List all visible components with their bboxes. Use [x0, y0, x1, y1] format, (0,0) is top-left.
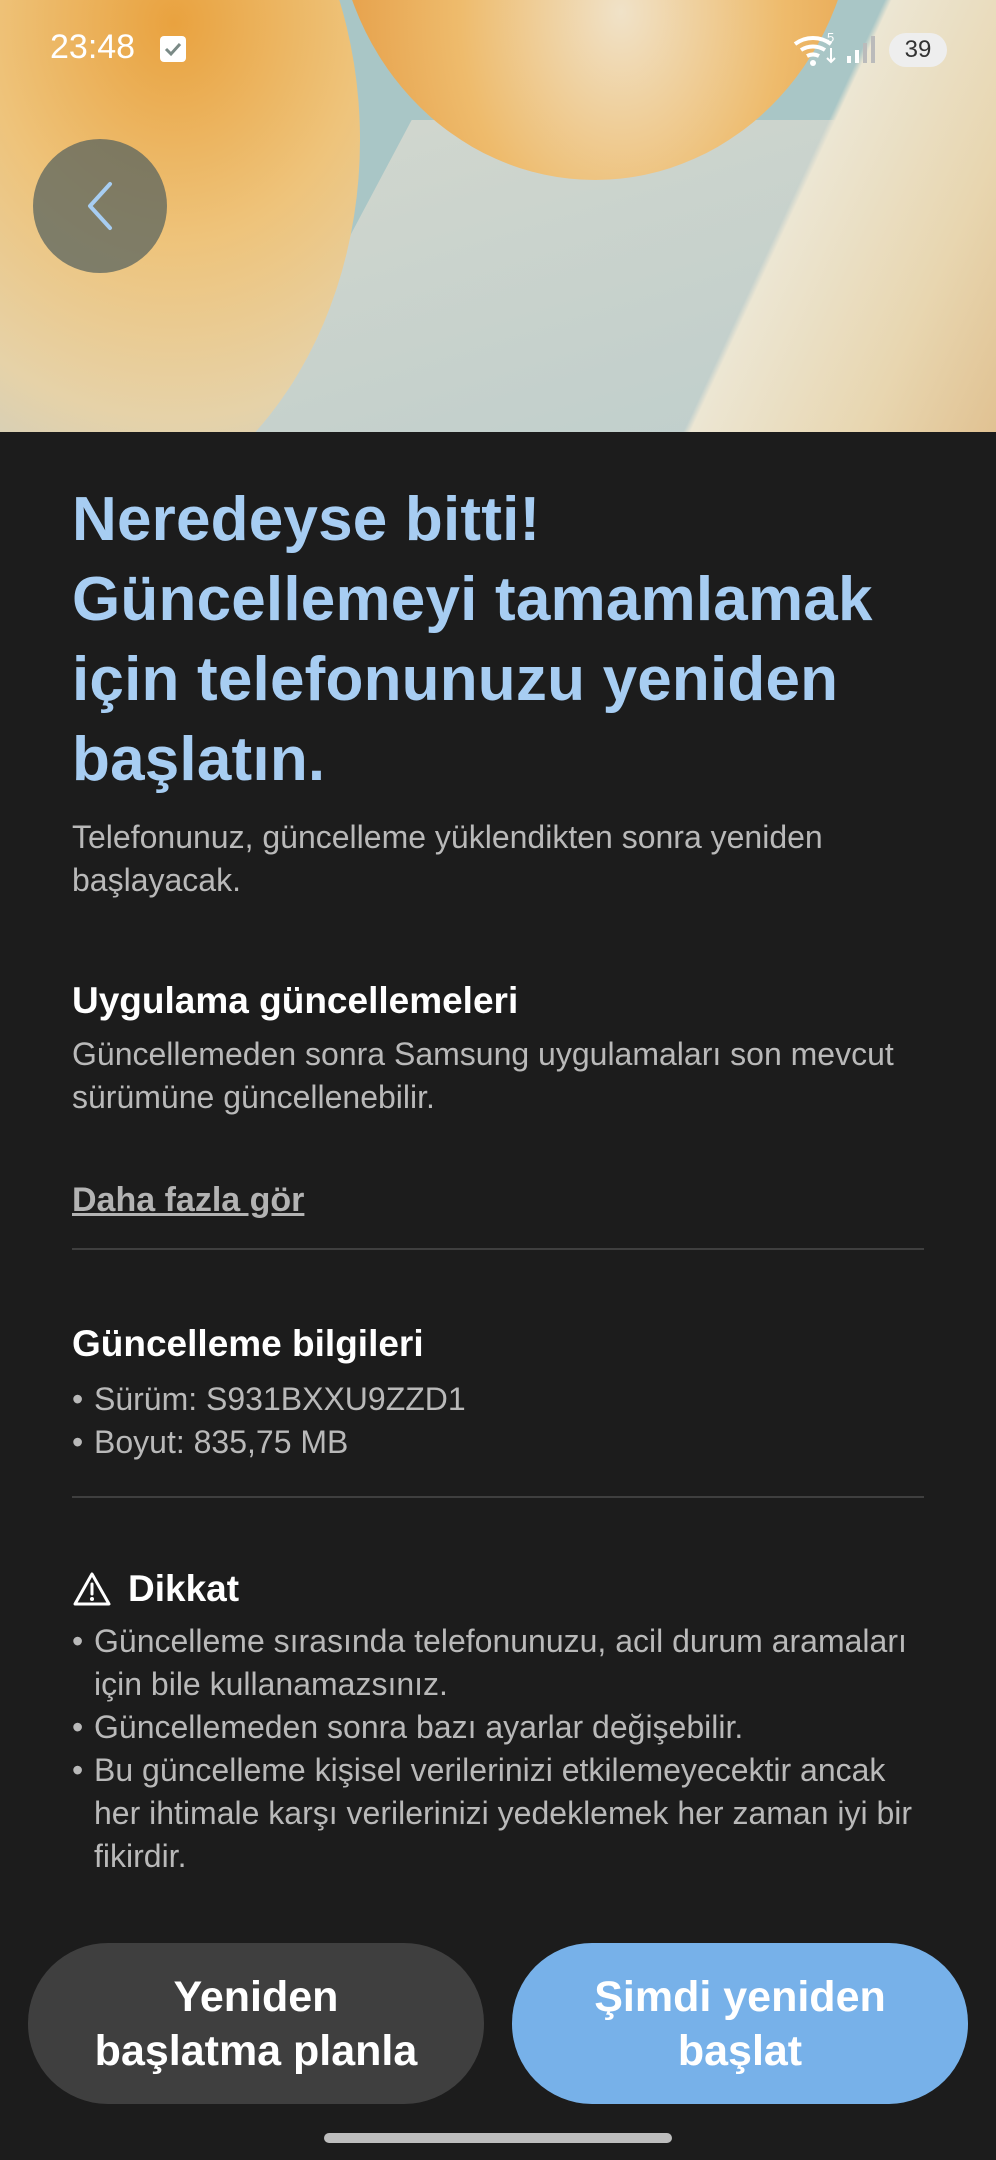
signal-icon	[846, 34, 876, 69]
schedule-restart-label: Yeniden	[173, 1972, 339, 2021]
divider	[72, 1248, 924, 1250]
page-subtitle: Telefonunuz, güncelleme yüklendikten son…	[72, 819, 823, 898]
app-updates-section: Uygulama güncellemeleri Güncellemeden so…	[72, 977, 932, 1119]
see-more-link[interactable]: Daha fazla gör	[72, 1181, 304, 1220]
restart-now-label: başlat	[677, 2026, 803, 2075]
restart-now-label: Şimdi yeniden	[594, 1972, 886, 2021]
wifi-icon: 5	[793, 30, 841, 73]
back-arrow-icon	[88, 182, 112, 230]
schedule-restart-label: başlatma planla	[94, 2026, 418, 2075]
battery-icon: 39	[889, 33, 947, 67]
divider	[72, 1496, 924, 1498]
status-bar: 23:48 5 39	[0, 0, 996, 100]
checkbox-notification-icon	[160, 36, 186, 62]
title-line: Neredeyse bitti!	[72, 485, 541, 554]
schedule-restart-button[interactable]: Yeniden başlatma planla	[28, 1943, 484, 2104]
caution-title: Dikkat	[128, 1568, 240, 1609]
title-line: Güncellemeyi tamamlamak	[72, 565, 873, 634]
app-updates-text: Güncellemeden sonra Samsung uygulamaları…	[72, 1036, 894, 1115]
back-button[interactable]	[33, 139, 167, 273]
caution-item: Güncellemeden sonra bazı ayarlar değişeb…	[72, 1706, 932, 1749]
title-line: başlatın.	[72, 725, 326, 794]
update-info-title: Güncelleme bilgileri	[72, 1323, 424, 1364]
page-title: Neredeyse bitti! Güncellemeyi tamamlamak…	[72, 480, 932, 800]
update-info-section: Güncelleme bilgileri Sürüm: S931BXXU9ZZD…	[72, 1320, 932, 1464]
caution-item: Bu güncelleme kişisel verilerinizi etkil…	[72, 1749, 932, 1878]
update-version: Sürüm: S931BXXU9ZZD1	[72, 1378, 932, 1421]
title-line: için telefonunuzu yeniden	[72, 645, 839, 714]
update-size: Boyut: 835,75 MB	[72, 1421, 932, 1464]
restart-now-button[interactable]: Şimdi yeniden başlat	[512, 1943, 968, 2104]
wifi-badge: 5	[827, 32, 834, 45]
caution-title-row: Dikkat	[72, 1568, 932, 1610]
warning-triangle-icon	[73, 1572, 111, 1606]
caution-item: Güncelleme sırasında telefonunuzu, acil …	[72, 1620, 932, 1706]
home-indicator[interactable]	[324, 2133, 672, 2143]
caution-section: Dikkat Güncelleme sırasında telefonunuzu…	[72, 1568, 932, 1878]
main-content: Neredeyse bitti! Güncellemeyi tamamlamak…	[72, 480, 932, 1878]
status-time: 23:48	[50, 28, 136, 66]
app-updates-title: Uygulama güncellemeleri	[72, 980, 519, 1021]
